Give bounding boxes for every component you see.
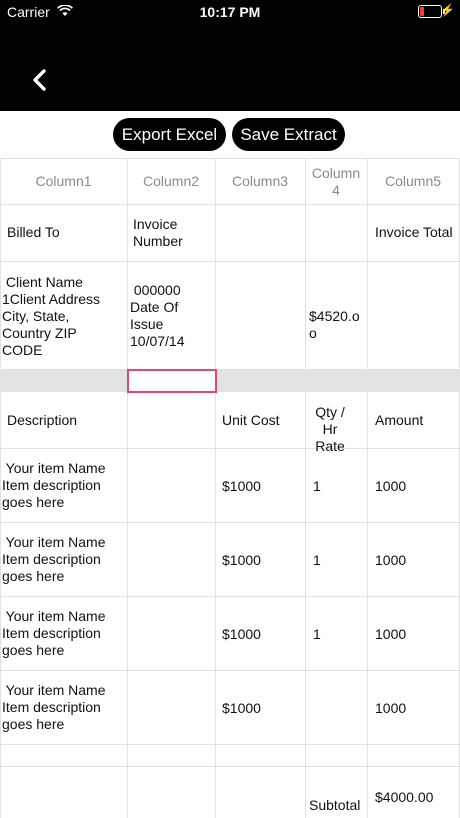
cell-item-amount[interactable]: 1000 xyxy=(375,700,406,717)
cell-amount-label[interactable]: Amount xyxy=(375,412,423,429)
column-header-2[interactable]: Column2 xyxy=(127,173,215,190)
cell-subtotal-label[interactable]: Subtotal xyxy=(309,797,360,814)
spreadsheet-grid: Column1 Column2 Column3 Column 4 Column5… xyxy=(0,158,460,818)
cell-invoice-details[interactable]: 000000 Date Of Issue 10/07/14 xyxy=(130,282,185,350)
column-header-5[interactable]: Column5 xyxy=(367,173,459,190)
cell-item-qty[interactable]: 1 xyxy=(313,626,321,643)
spacer-row xyxy=(0,369,460,391)
cell-item-unit-cost[interactable]: $1000 xyxy=(222,478,261,495)
cell-client-details[interactable]: Client Name 1Client Address City, State,… xyxy=(2,274,100,359)
save-extract-button[interactable]: Save Extract xyxy=(232,118,345,151)
cell-item-unit-cost[interactable]: $1000 xyxy=(222,552,261,569)
cell-item-description[interactable]: Your item Name Item description goes her… xyxy=(2,460,106,511)
action-toolbar: Export Excel Save Extract xyxy=(0,111,460,158)
battery-icon xyxy=(418,5,445,18)
column-header-3[interactable]: Column3 xyxy=(215,173,305,190)
cell-item-description[interactable]: Your item Name Item description goes her… xyxy=(2,682,106,733)
cell-item-description[interactable]: Your item Name Item description goes her… xyxy=(2,608,106,659)
cell-unit-cost-label[interactable]: Unit Cost xyxy=(222,412,280,429)
cell-invoice-number-label[interactable]: Invoice Number xyxy=(133,216,183,250)
column-header-1[interactable]: Column1 xyxy=(0,173,127,190)
column-header-4[interactable]: Column 4 xyxy=(305,165,367,199)
cell-item-qty[interactable]: 1 xyxy=(313,478,321,495)
cell-item-amount[interactable]: 1000 xyxy=(375,626,406,643)
cell-item-amount[interactable]: 1000 xyxy=(375,478,406,495)
export-excel-button[interactable]: Export Excel xyxy=(113,118,226,151)
charging-icon: ⚡ xyxy=(440,3,455,17)
cell-item-amount[interactable]: 1000 xyxy=(375,552,406,569)
cell-item-qty[interactable]: 1 xyxy=(313,552,321,569)
back-chevron-icon[interactable] xyxy=(30,68,50,92)
cell-qty-label[interactable]: Qty / Hr Rate xyxy=(309,404,351,455)
clock: 10:17 PM xyxy=(199,4,261,20)
cell-invoice-total-label[interactable]: Invoice Total xyxy=(375,224,453,241)
cell-subtotal-value[interactable]: $4000.00 xyxy=(375,789,433,806)
cell-item-unit-cost[interactable]: $1000 xyxy=(222,700,261,717)
cell-billed-to[interactable]: Billed To xyxy=(7,224,60,241)
selected-cell[interactable] xyxy=(127,369,217,393)
cell-client-total[interactable]: $4520.o o xyxy=(309,308,360,342)
status-bar: Carrier 10:17 PM ⚡ xyxy=(0,0,460,24)
cell-item-unit-cost[interactable]: $1000 xyxy=(222,626,261,643)
cell-description-label[interactable]: Description xyxy=(7,412,77,429)
cell-item-description[interactable]: Your item Name Item description goes her… xyxy=(2,534,106,585)
navigation-bar xyxy=(0,24,460,111)
